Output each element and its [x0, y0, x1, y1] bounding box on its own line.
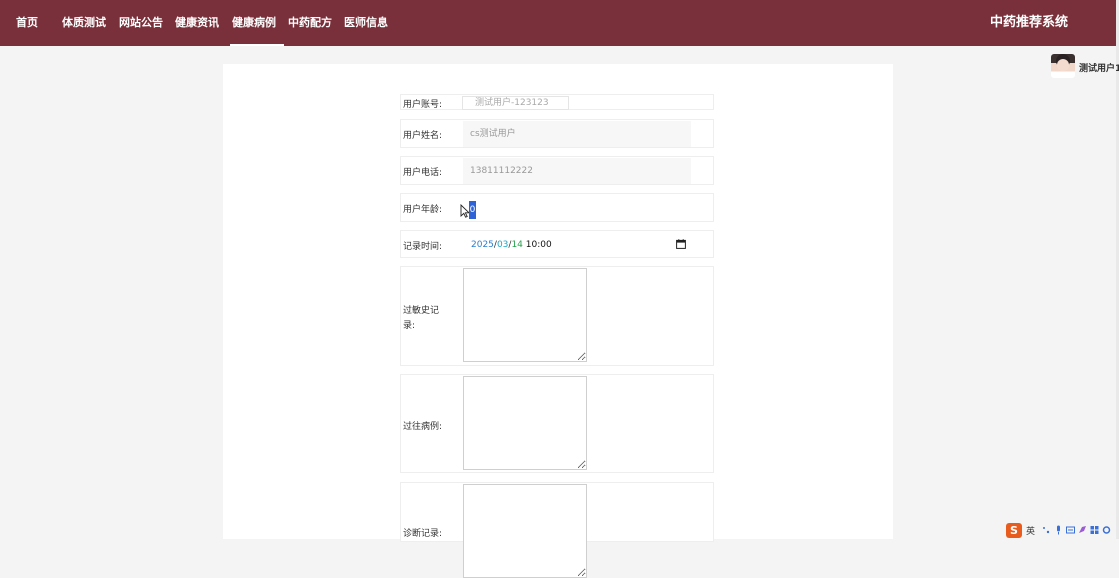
form-row-phone: 用户电话: 13811112222	[400, 156, 714, 185]
phone-field[interactable]: 13811112222	[463, 158, 691, 184]
date-month[interactable]: 03	[497, 240, 508, 250]
form-row-record-time: 记录时间: 2025/03/14 10:00	[400, 230, 714, 258]
skin-icon[interactable]	[1078, 525, 1087, 535]
nav-item-health-cases[interactable]: 健康病例	[230, 0, 284, 46]
form-row-account: 用户账号: 测试用户-123123	[400, 94, 714, 110]
past-cases-label: 过往病例:	[403, 422, 443, 432]
form-row-past-cases: 过往病例:	[400, 374, 714, 473]
form-row-allergy-history: 过敏史记 录:	[400, 266, 714, 366]
age-label: 用户年龄:	[403, 205, 443, 215]
allergy-label-line2: 录:	[403, 321, 416, 331]
top-nav-bar: 首页 体质测试 网站公告 健康资讯 健康病例 中药配方 医师信息 中药推荐系统	[0, 0, 1119, 46]
microphone-icon[interactable]	[1054, 525, 1063, 535]
name-field[interactable]: cs测试用户	[463, 121, 691, 147]
allergy-history-textarea[interactable]	[463, 268, 587, 362]
ime-mode-label[interactable]: 英	[1026, 524, 1035, 537]
account-field[interactable]: 测试用户-123123	[462, 96, 569, 110]
nav-item-constitution-test[interactable]: 体质测试	[62, 0, 106, 46]
form-row-name: 用户姓名: cs测试用户	[400, 119, 714, 148]
form-row-diagnosis: 诊断记录:	[400, 482, 714, 578]
calendar-icon[interactable]	[676, 239, 686, 249]
form-row-age: 用户年龄: 0	[400, 193, 714, 222]
account-label: 用户账号:	[403, 100, 443, 110]
phone-label: 用户电话:	[403, 168, 443, 178]
avatar[interactable]	[1051, 54, 1075, 78]
settings-icon[interactable]	[1102, 525, 1111, 535]
ime-toolbar: S 英	[1004, 522, 1119, 539]
nav-item-health-news[interactable]: 健康资讯	[175, 0, 219, 46]
record-time-label: 记录时间:	[403, 242, 443, 252]
nav-item-doctors[interactable]: 医师信息	[344, 0, 388, 46]
nav-item-home[interactable]: 首页	[16, 0, 38, 46]
nav-item-tcm-prescriptions[interactable]: 中药配方	[288, 0, 332, 46]
record-time-input[interactable]: 2025/03/14 10:00	[471, 239, 552, 251]
punctuation-icon[interactable]	[1042, 525, 1051, 535]
date-year[interactable]: 2025	[471, 240, 494, 250]
age-input[interactable]: 0	[469, 201, 476, 219]
diagnosis-label: 诊断记录:	[403, 529, 443, 539]
keyboard-icon[interactable]	[1066, 525, 1075, 535]
date-time[interactable]: 10:00	[523, 240, 552, 250]
name-label: 用户姓名:	[403, 131, 443, 141]
allergy-label-line1: 过敏史记	[403, 306, 440, 316]
sogou-logo-icon[interactable]: S	[1006, 523, 1022, 538]
user-name[interactable]: 测试用户1	[1079, 61, 1119, 74]
past-cases-textarea[interactable]	[463, 376, 587, 470]
date-day[interactable]: 14	[511, 240, 522, 250]
nav-item-announcements[interactable]: 网站公告	[119, 0, 163, 46]
diagnosis-textarea[interactable]	[463, 484, 587, 578]
toolbox-icon[interactable]	[1090, 525, 1099, 535]
site-title: 中药推荐系统	[990, 15, 1069, 30]
